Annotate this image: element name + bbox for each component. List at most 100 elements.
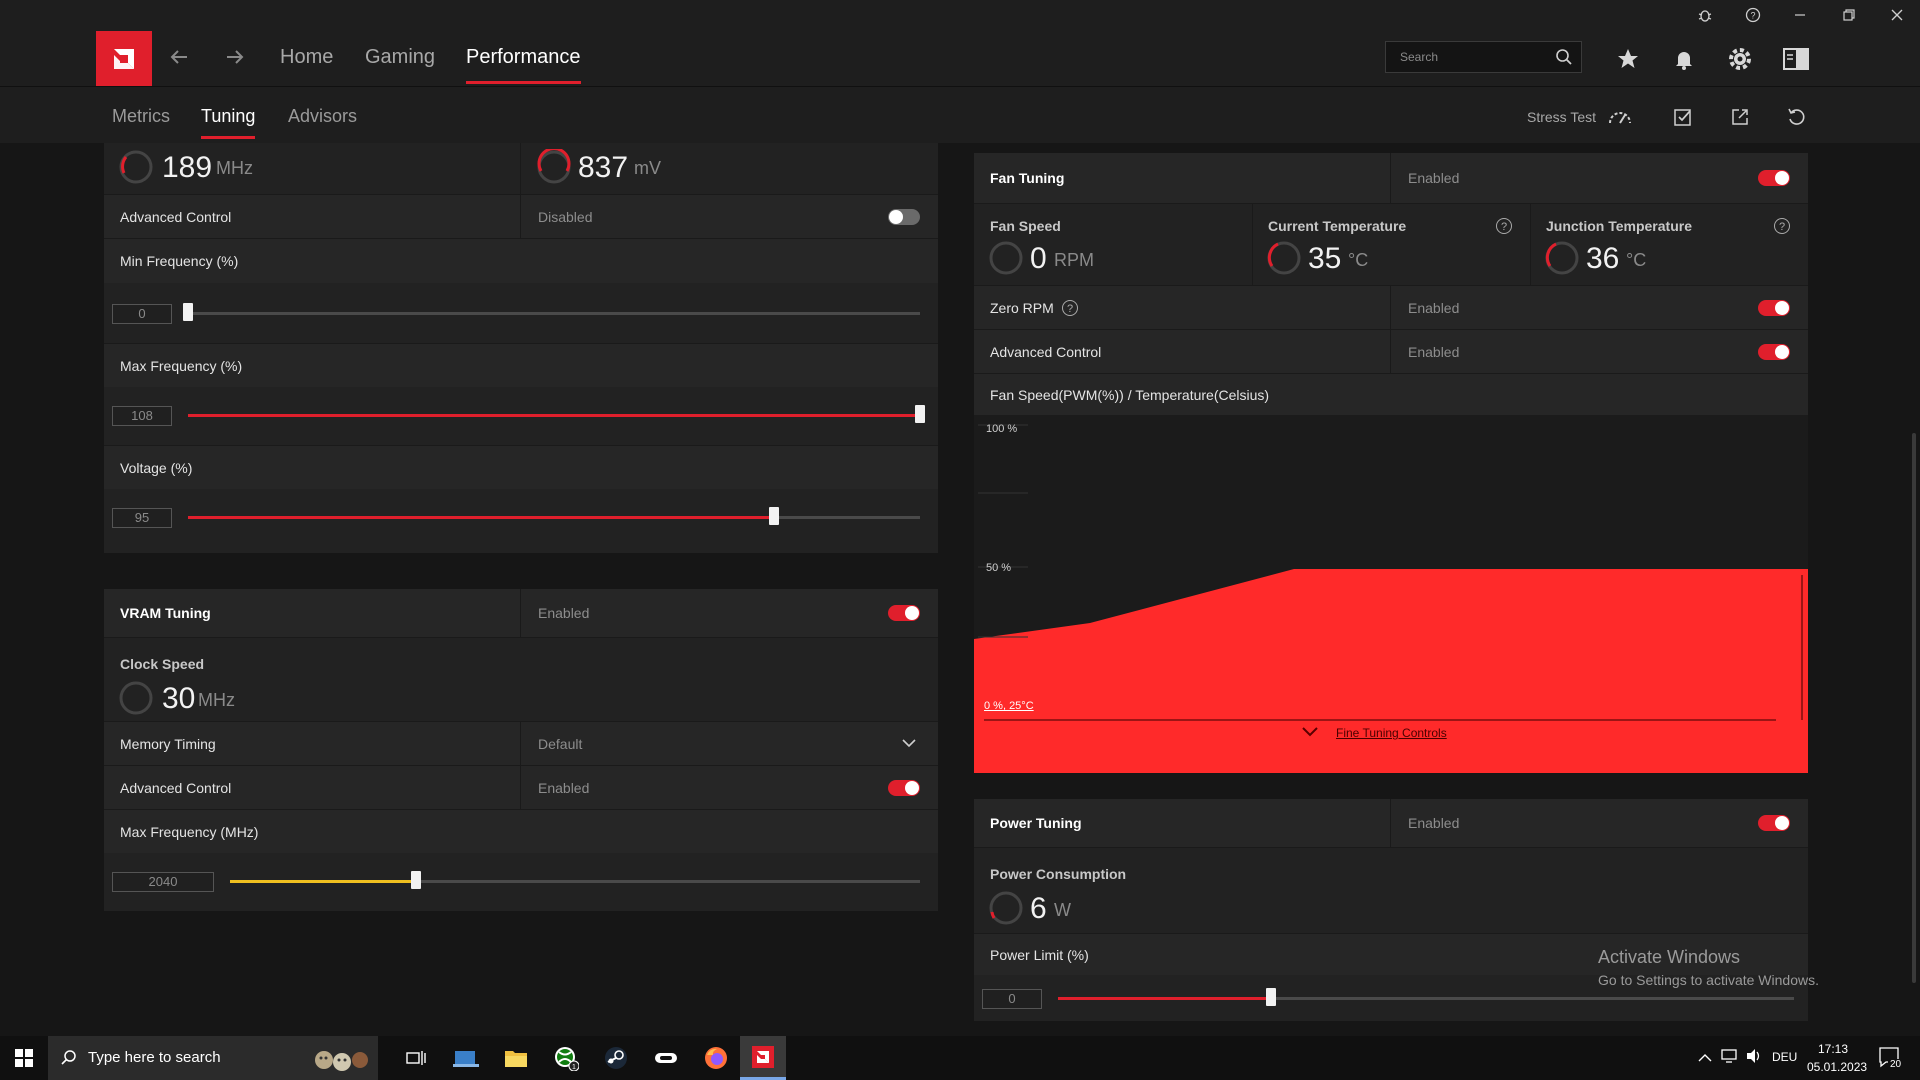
gpu-clock-value: 189 [162, 151, 213, 184]
junction-temperature-gauge-icon [1545, 241, 1579, 275]
min-frequency-slider-thumb[interactable] [183, 303, 193, 321]
max-frequency-row: Max Frequency (%) [104, 343, 938, 387]
tab-metrics[interactable]: Metrics [112, 106, 170, 127]
fan-advanced-control-label: Advanced Control [990, 344, 1102, 360]
vram-clock-gauge-icon [119, 681, 153, 715]
bug-report-icon[interactable] [1690, 4, 1720, 26]
voltage-gauge-icon [537, 149, 571, 184]
zero-rpm-help-icon[interactable]: ? [1062, 300, 1078, 316]
xbox-app-icon[interactable]: 1 [546, 1042, 586, 1074]
voltage-slider-thumb[interactable] [768, 507, 779, 525]
forward-arrow-icon[interactable] [224, 46, 246, 74]
nav-gaming[interactable]: Gaming [365, 46, 435, 69]
search-input[interactable] [1386, 42, 1546, 72]
tuning-content[interactable]: 189 MHz 837 mV Advanced Control Disabled… [0, 143, 1920, 1036]
stress-test-gauge-icon[interactable] [1605, 102, 1635, 132]
settings-gear-icon[interactable] [1725, 44, 1755, 74]
sub-navigation: Metrics Tuning Advisors Stress Test [0, 87, 1920, 143]
notifications-bell-icon[interactable] [1669, 44, 1699, 74]
network-icon[interactable] [1720, 1048, 1738, 1069]
memory-timing-dropdown[interactable]: Default [538, 736, 582, 752]
nav-home[interactable]: Home [280, 46, 333, 69]
fan-curve-svg[interactable] [974, 415, 1808, 773]
amd-logo[interactable] [96, 31, 152, 86]
top-navigation: Home Gaming Performance [0, 30, 1920, 87]
fine-tuning-controls-button[interactable]: Fine Tuning Controls [1336, 726, 1447, 740]
gpu-tuning-panel: 189 MHz 837 mV Advanced Control Disabled… [104, 143, 938, 553]
fan-speed-label: Fan Speed [990, 218, 1061, 234]
clock-date[interactable]: 05.01.2023 [1807, 1060, 1867, 1074]
volume-icon[interactable] [1745, 1048, 1763, 1069]
favorites-star-icon[interactable] [1613, 44, 1643, 74]
search-icon[interactable] [1555, 48, 1573, 71]
back-arrow-icon[interactable] [168, 46, 190, 74]
zero-rpm-label: Zero RPM [990, 300, 1054, 316]
close-icon[interactable] [1882, 4, 1912, 26]
sidebar-panel-icon[interactable] [1781, 44, 1811, 74]
max-frequency-slider-thumb[interactable] [915, 405, 925, 423]
svg-text:?: ? [1750, 11, 1755, 21]
voltage-slider-row: 95 [104, 489, 938, 553]
firefox-app-icon[interactable] [696, 1042, 736, 1074]
task-view-icon[interactable] [396, 1042, 436, 1074]
tab-tuning[interactable]: Tuning [201, 106, 256, 139]
tray-chevron-up-icon[interactable] [1698, 1050, 1712, 1068]
max-frequency-input[interactable]: 108 [112, 406, 172, 426]
amd-software-taskbar-icon[interactable] [740, 1036, 786, 1080]
taskbar-search-box[interactable]: Type here to search [48, 1036, 378, 1080]
notification-count-badge: 20 [1888, 1059, 1904, 1070]
steam-app-icon[interactable] [596, 1042, 636, 1074]
vram-tuning-toggle[interactable] [888, 605, 920, 621]
power-consumption-gauge-icon [989, 891, 1023, 925]
tab-advisors[interactable]: Advisors [288, 106, 357, 127]
gpu-advanced-control-toggle[interactable] [888, 209, 920, 225]
file-explorer-icon[interactable] [496, 1042, 536, 1074]
voltage-input[interactable]: 95 [112, 508, 172, 528]
language-indicator[interactable]: DEU [1772, 1050, 1797, 1064]
zero-rpm-row: Zero RPM ? Enabled [974, 285, 1808, 329]
fan-curve-chart[interactable]: 100 % 50 % 0 %, 25°C Fine Tuning Control… [974, 415, 1808, 773]
nav-performance[interactable]: Performance [466, 46, 581, 84]
game-controller-app-icon[interactable] [646, 1042, 686, 1074]
min-frequency-track[interactable] [188, 312, 920, 315]
divider [1390, 153, 1391, 203]
minimize-icon[interactable] [1785, 4, 1815, 26]
fan-advanced-control-row: Advanced Control Enabled [974, 329, 1808, 373]
reset-icon[interactable] [1781, 102, 1811, 132]
apply-changes-icon[interactable] [1668, 102, 1698, 132]
power-limit-label: Power Limit (%) [990, 947, 1089, 963]
network-app-icon[interactable] [446, 1042, 486, 1074]
power-consumption-value: 6 [1030, 892, 1047, 925]
help-icon[interactable]: ? [1738, 4, 1768, 26]
fine-tuning-chevron-icon[interactable] [1302, 727, 1318, 737]
current-temperature-help-icon[interactable]: ? [1496, 218, 1512, 234]
vram-max-frequency-input[interactable]: 2040 [112, 872, 214, 892]
vram-max-frequency-slider-thumb[interactable] [411, 871, 422, 889]
vram-header-row: VRAM Tuning Enabled [104, 589, 938, 637]
scrollbar[interactable] [1912, 433, 1916, 983]
power-limit-slider-thumb[interactable] [1266, 988, 1277, 1006]
gpu-advanced-control-row: Advanced Control Disabled [104, 194, 938, 238]
fan-tuning-toggle[interactable] [1758, 170, 1790, 186]
windows-start-icon[interactable] [4, 1042, 44, 1074]
chevron-down-icon[interactable] [902, 738, 916, 748]
search-box[interactable] [1385, 41, 1582, 73]
divider [1252, 204, 1253, 286]
restore-icon[interactable] [1834, 4, 1864, 26]
export-icon[interactable] [1725, 102, 1755, 132]
fan-advanced-control-toggle[interactable] [1758, 344, 1790, 360]
current-temperature-gauge-icon [1267, 241, 1301, 275]
junction-temperature-help-icon[interactable]: ? [1774, 218, 1790, 234]
stress-test-label[interactable]: Stress Test [1527, 109, 1596, 125]
divider [520, 722, 521, 765]
voltage-fill [188, 516, 774, 519]
search-highlight-icon[interactable] [314, 1044, 372, 1072]
fan-curve-title: Fan Speed(PWM(%)) / Temperature(Celsius) [990, 387, 1270, 403]
power-limit-input[interactable]: 0 [982, 989, 1042, 1009]
zero-rpm-toggle[interactable] [1758, 300, 1790, 316]
power-tuning-toggle[interactable] [1758, 815, 1790, 831]
min-frequency-input[interactable]: 0 [112, 304, 172, 324]
vram-advanced-control-toggle[interactable] [888, 780, 920, 796]
clock-time[interactable]: 17:13 [1818, 1042, 1848, 1056]
power-consumption-unit: W [1054, 900, 1071, 920]
